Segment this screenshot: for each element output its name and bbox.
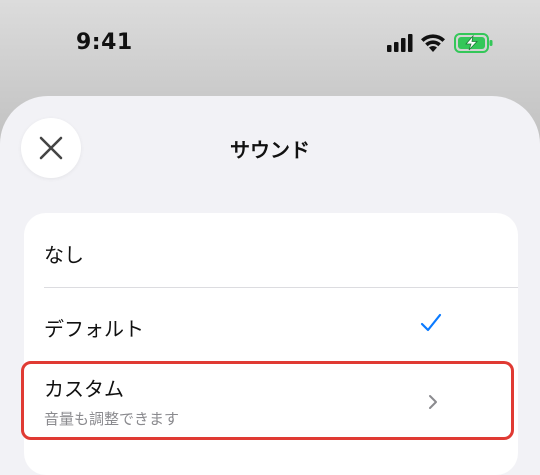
checkmark-icon (420, 313, 442, 332)
option-none[interactable] (24, 213, 518, 287)
sound-sheet: サウンド なし デフォルト カスタム 音量も調整できます (0, 96, 540, 475)
battery-charging-icon (454, 33, 493, 53)
sound-options-list: なし デフォルト カスタム 音量も調整できます (21, 213, 518, 475)
status-bar: 9:41 (0, 0, 540, 90)
option-none-label: なし (44, 243, 84, 267)
cellular-signal-icon (387, 34, 413, 52)
divider (44, 287, 518, 288)
status-time: 9:41 (76, 30, 133, 55)
wifi-icon (421, 34, 445, 52)
sheet-title: サウンド (230, 138, 310, 162)
option-default-label: デフォルト (44, 317, 144, 341)
custom-option-highlight (21, 361, 514, 440)
